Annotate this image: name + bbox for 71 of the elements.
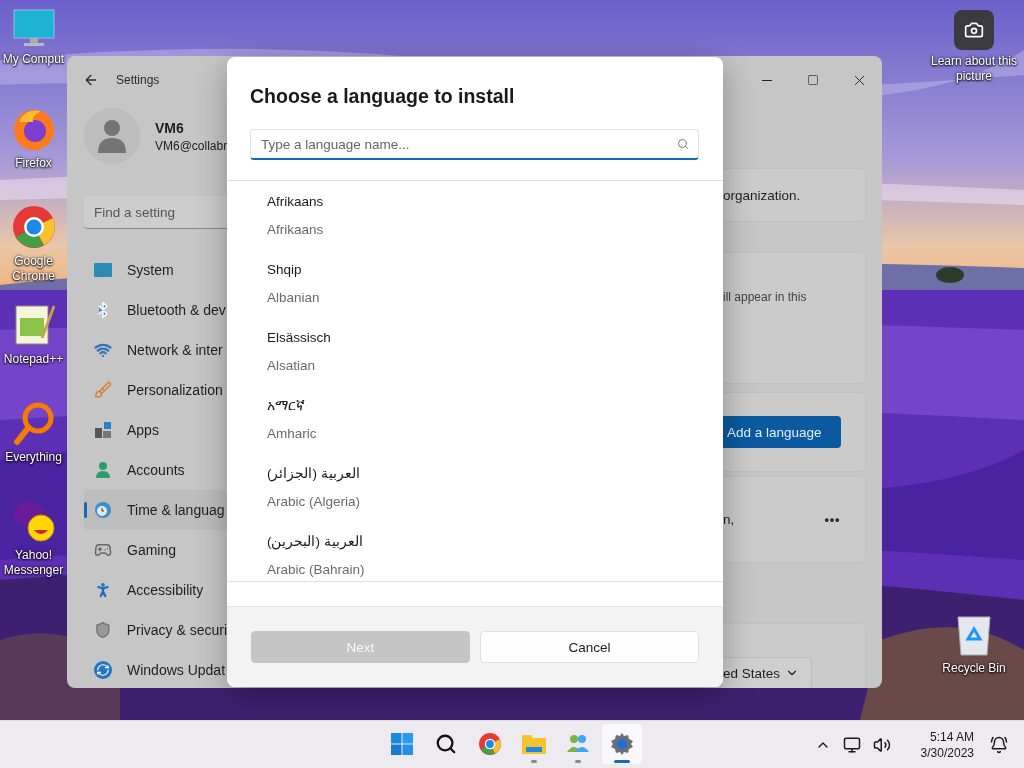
window-title: Settings <box>116 73 161 87</box>
chrome-icon <box>10 204 57 250</box>
nav-item[interactable]: Time & languag <box>84 490 227 530</box>
folder-icon <box>522 733 546 755</box>
nav-item[interactable]: Accounts <box>84 450 227 490</box>
clock-date[interactable]: 3/30/2023 <box>920 744 974 761</box>
person-icon <box>94 461 112 479</box>
recycle-bin-icon <box>954 613 994 657</box>
cancel-button[interactable]: Cancel <box>480 631 699 663</box>
globe-clock-icon <box>94 501 112 519</box>
gamepad-icon <box>94 541 112 559</box>
english-name: Afrikaans <box>267 221 324 239</box>
icon-label[interactable]: Yahoo! Messenger <box>0 548 67 578</box>
nav-item[interactable]: Windows Updat <box>84 650 227 688</box>
native-name: العربية (البحرين) <box>267 533 363 551</box>
brush-icon <box>94 381 112 399</box>
camera-button[interactable] <box>954 10 994 50</box>
language-search-field[interactable]: Type a language name... <box>250 129 699 160</box>
user-name: VM6 <box>155 119 185 136</box>
dialog-title: Choose a language to install <box>250 84 516 109</box>
camera-icon <box>964 20 984 40</box>
user-email: VM6@collabr <box>155 138 227 153</box>
chrome-icon <box>478 732 502 756</box>
maximize-icon <box>807 74 819 86</box>
refresh-icon <box>94 661 112 679</box>
add-language-button[interactable]: Add a language <box>723 416 841 448</box>
native-name: አማርኛ <box>267 397 305 415</box>
language-item[interactable]: አማርኛ Amharic <box>227 385 723 453</box>
native-name: العربية (الجزائر) <box>267 465 360 483</box>
wifi-icon <box>94 341 112 359</box>
language-item[interactable]: Afrikaans Afrikaans <box>227 181 723 249</box>
card-text: organization. <box>723 187 801 203</box>
back-icon[interactable] <box>83 72 99 88</box>
native-name: Shqip <box>267 261 302 279</box>
card-text: n, <box>723 512 735 527</box>
nav-item[interactable]: Network & inter <box>84 330 227 370</box>
region-dropdown[interactable]: ed States <box>723 657 812 688</box>
gear-icon <box>610 732 634 756</box>
language-item[interactable]: Shqip Albanian <box>227 249 723 317</box>
apps-icon <box>94 421 112 439</box>
nav-item[interactable]: Apps <box>84 410 227 450</box>
icon-label[interactable]: Recycle Bin <box>942 661 1006 676</box>
monitor-icon <box>11 8 56 48</box>
search-icon <box>677 138 689 150</box>
search-field[interactable]: Find a setting <box>84 196 227 229</box>
monitor-icon <box>94 263 112 277</box>
windows-logo-icon <box>391 733 413 755</box>
language-item[interactable]: Elsässisch Alsatian <box>227 317 723 385</box>
magnifier-icon <box>11 400 56 446</box>
english-name: Arabic (Algeria) <box>267 493 361 511</box>
native-name: Elsässisch <box>267 329 331 347</box>
icon-label[interactable]: Everything <box>5 450 62 465</box>
accessibility-icon <box>94 581 112 599</box>
icon-label[interactable]: Learn about this picture <box>924 54 1024 84</box>
english-name: Arabic (Bahrain) <box>267 561 365 579</box>
english-name: Albanian <box>267 289 320 307</box>
nav-item[interactable]: Gaming <box>84 530 227 570</box>
english-name: Amharic <box>267 425 317 443</box>
nav-item[interactable]: System <box>84 250 227 290</box>
nav-item[interactable]: Privacy & securi <box>84 610 227 650</box>
shield-icon <box>94 621 112 639</box>
nav-item[interactable]: Bluetooth & dev <box>84 290 227 330</box>
search-icon <box>435 733 457 755</box>
nav-item[interactable]: Accessibility <box>84 570 227 610</box>
english-name: Alsatian <box>267 357 316 375</box>
native-name: Afrikaans <box>267 193 324 211</box>
icon-label[interactable]: Notepad++ <box>3 352 64 367</box>
minimize-icon <box>762 79 772 81</box>
clock-time[interactable]: 5:14 AM <box>929 728 974 745</box>
card-text: ill appear in this <box>723 290 807 304</box>
nav-item[interactable]: Personalization <box>84 370 227 410</box>
